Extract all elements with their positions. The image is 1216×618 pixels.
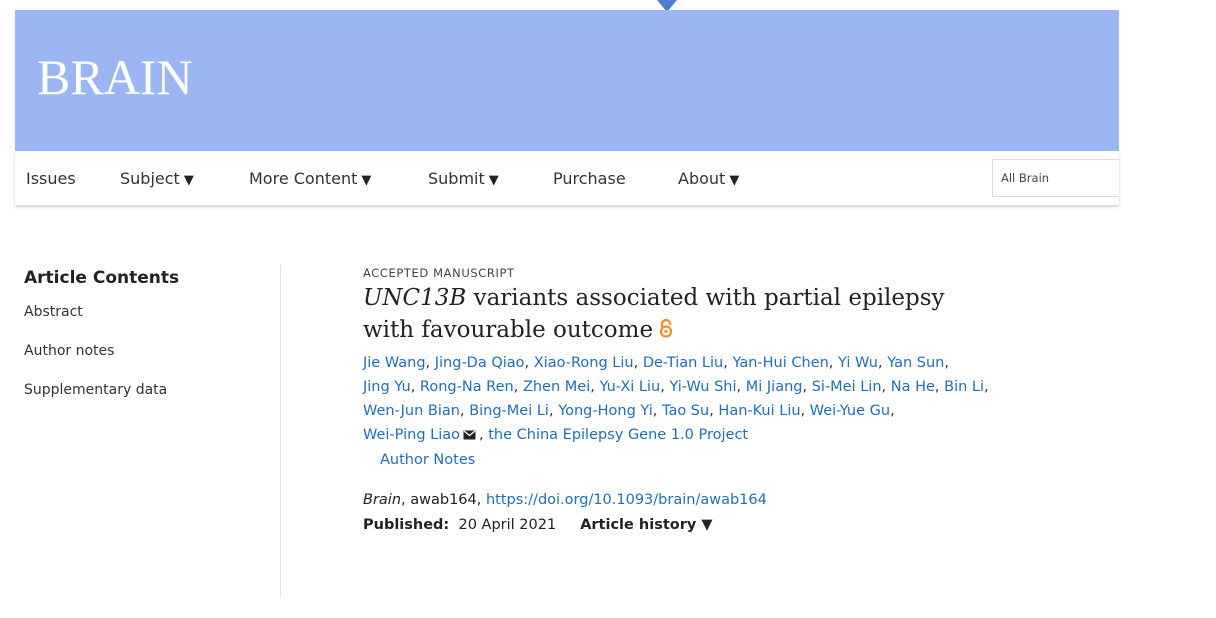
author-link[interactable]: Wei-Yue Gu [810,403,890,419]
author-link[interactable]: Yong-Hong Yi [558,403,653,419]
nav-item-subject[interactable]: Subject ▼ [120,169,194,188]
article-header: ACCEPTED MANUSCRIPT UNC13B variants asso… [363,266,1123,537]
author-list: Jie Wang, Jing-Da Qiao, Xiao-Rong Liu, D… [363,355,989,443]
nav-item-more-content[interactable]: More Content ▼ [249,169,371,188]
author-link[interactable]: Han-Kui Liu [718,403,800,419]
nav-item-purchase[interactable]: Purchase [553,169,626,188]
author-link[interactable]: Yu-Xi Liu [599,379,660,395]
sidebar-item-author-notes[interactable]: Author notes [24,343,264,359]
nav-item-label: Issues [26,169,76,188]
nav-item-issues[interactable]: Issues [26,169,76,188]
nav-item-submit[interactable]: Submit ▼ [428,169,499,188]
author-link[interactable]: Mi Jiang [746,379,803,395]
article-type-label: ACCEPTED MANUSCRIPT [363,266,515,280]
author-link[interactable]: Yan Sun [887,355,944,371]
author-link[interactable]: Jing Yu [363,379,411,395]
author-link[interactable]: Wen-Jun Bian [363,403,460,419]
column-divider [280,265,281,597]
journal-banner: BRAIN [15,10,1119,151]
citation-line: Brain, awab164, https://doi.org/10.1093/… [363,487,1123,513]
title-text-line1: variants associated with partial epileps… [466,285,945,311]
published-date: 20 April 2021 [458,517,557,533]
title-text-line2: with favourable outcome [363,317,654,343]
nav-item-label: About [678,169,726,188]
author-link[interactable]: Jie Wang [363,355,426,371]
author-link[interactable]: Yi Wu [838,355,878,371]
title-gene-name: UNC13B [363,285,467,311]
sidebar-title: Article Contents [24,268,180,288]
search-scope-select[interactable]: All Brain [992,159,1119,197]
nav-item-label: Purchase [553,169,626,188]
author-link[interactable]: Yan-Hui Chen [732,355,828,371]
published-label: Published: [363,517,450,533]
doi-link[interactable]: https://doi.org/10.1093/brain/awab164 [486,492,767,508]
article-history-toggle[interactable]: Article history ▼ [580,517,712,533]
chevron-down-icon: ▼ [361,173,372,188]
page: BRAIN Issues Subject ▼ More Content ▼ Subm… [0,0,1216,618]
publication-info: Published: 20 April 2021 Article history … [363,513,1123,537]
chevron-down-icon: ▼ [488,173,499,188]
author-link[interactable]: De-Tian Liu [643,355,723,371]
author-link[interactable]: Rong-Na Ren [420,379,514,395]
open-access-lock-icon [659,315,673,338]
author-link[interactable]: Bin Li [944,379,984,395]
nav-item-label: Subject [120,169,180,188]
nav-item-label: Submit [428,169,485,188]
article-contents-sidebar: Article Contents Abstract Author notes S… [24,268,264,421]
sidebar-item-abstract[interactable]: Abstract [24,304,264,320]
sidebar-item-supplementary-data[interactable]: Supplementary data [24,382,264,398]
author-link[interactable]: Tao Su [662,403,709,419]
chevron-down-icon: ▼ [183,173,194,188]
nav-item-label: More Content [249,169,358,188]
citation-id: , awab164, [401,492,486,508]
journal-logo[interactable]: BRAIN [37,48,193,106]
article-title: UNC13B variants associated with partial … [363,282,1063,346]
envelope-icon[interactable] [463,424,476,440]
search-scope-label: All Brain [1001,171,1050,185]
author-link[interactable]: Bing-Mei Li [469,403,549,419]
author-link[interactable]: Si-Mei Lin [812,379,882,395]
author-link[interactable]: Jing-Da Qiao [435,355,525,371]
author-notes-link[interactable]: Author Notes [380,447,1123,473]
main-navigation: Issues Subject ▼ More Content ▼ Submit ▼ Pu… [15,151,1119,205]
author-link[interactable]: Yi-Wu Shi [669,379,736,395]
citation-journal: Brain [363,492,402,508]
chevron-down-icon: ▼ [729,173,740,188]
author-link[interactable]: the China Epilepsy Gene 1.0 Project [488,427,748,443]
author-link[interactable]: Xiao-Rong Liu [534,355,634,371]
author-link-corresponding[interactable]: Wei-Ping Liao [363,427,460,443]
author-link[interactable]: Na He [891,379,935,395]
nav-item-about[interactable]: About ▼ [678,169,739,188]
author-link[interactable]: Zhen Mei [523,379,590,395]
